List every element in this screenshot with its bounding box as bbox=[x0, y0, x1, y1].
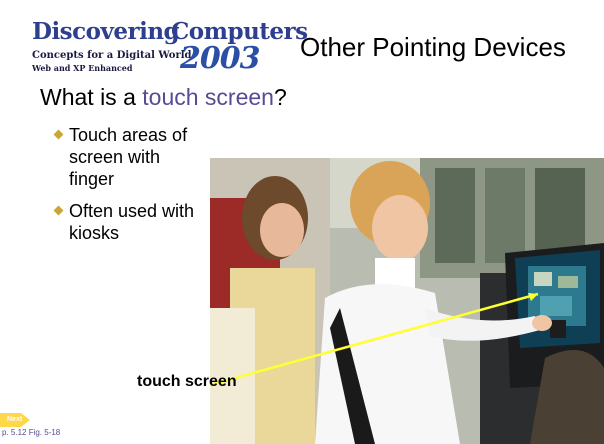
kiosk-photo-illustration bbox=[210, 158, 604, 444]
bullet-item: Often used with kiosks bbox=[53, 200, 205, 244]
next-label: Next bbox=[7, 416, 23, 423]
kiosk-photo bbox=[210, 158, 604, 444]
bullet-item: Touch areas of screen with finger bbox=[53, 124, 205, 190]
bullet-text: Often used with kiosks bbox=[69, 201, 195, 243]
bullet-diamond-icon bbox=[53, 129, 64, 140]
discovering-computers-logo: Discovering Computers Concepts for a Dig… bbox=[32, 18, 308, 86]
bullet-diamond-icon bbox=[53, 205, 64, 216]
bullet-text: Touch areas of screen with finger bbox=[69, 125, 188, 189]
logo-edition: Web and XP Enhanced bbox=[32, 63, 133, 73]
next-button[interactable]: Next bbox=[0, 413, 30, 427]
slide-title: Other Pointing Devices bbox=[300, 32, 566, 62]
slide: Discovering Computers Concepts for a Dig… bbox=[0, 0, 604, 444]
page-reference: p. 5.12 Fig. 5-18 bbox=[2, 428, 61, 437]
logo-year: 2003 bbox=[180, 41, 260, 76]
slide-question: What is a touch screen? bbox=[40, 84, 287, 111]
question-prefix: What is a bbox=[40, 84, 143, 110]
question-term: touch screen bbox=[142, 84, 274, 110]
bullet-list: Touch areas of screen with finger Often … bbox=[53, 124, 205, 254]
touch-screen-callout-label: touch screen bbox=[137, 373, 237, 390]
question-suffix: ? bbox=[273, 84, 287, 110]
logo-word-discovering: Discovering bbox=[32, 18, 180, 45]
logo-tagline: Concepts for a Digital World bbox=[32, 50, 192, 61]
